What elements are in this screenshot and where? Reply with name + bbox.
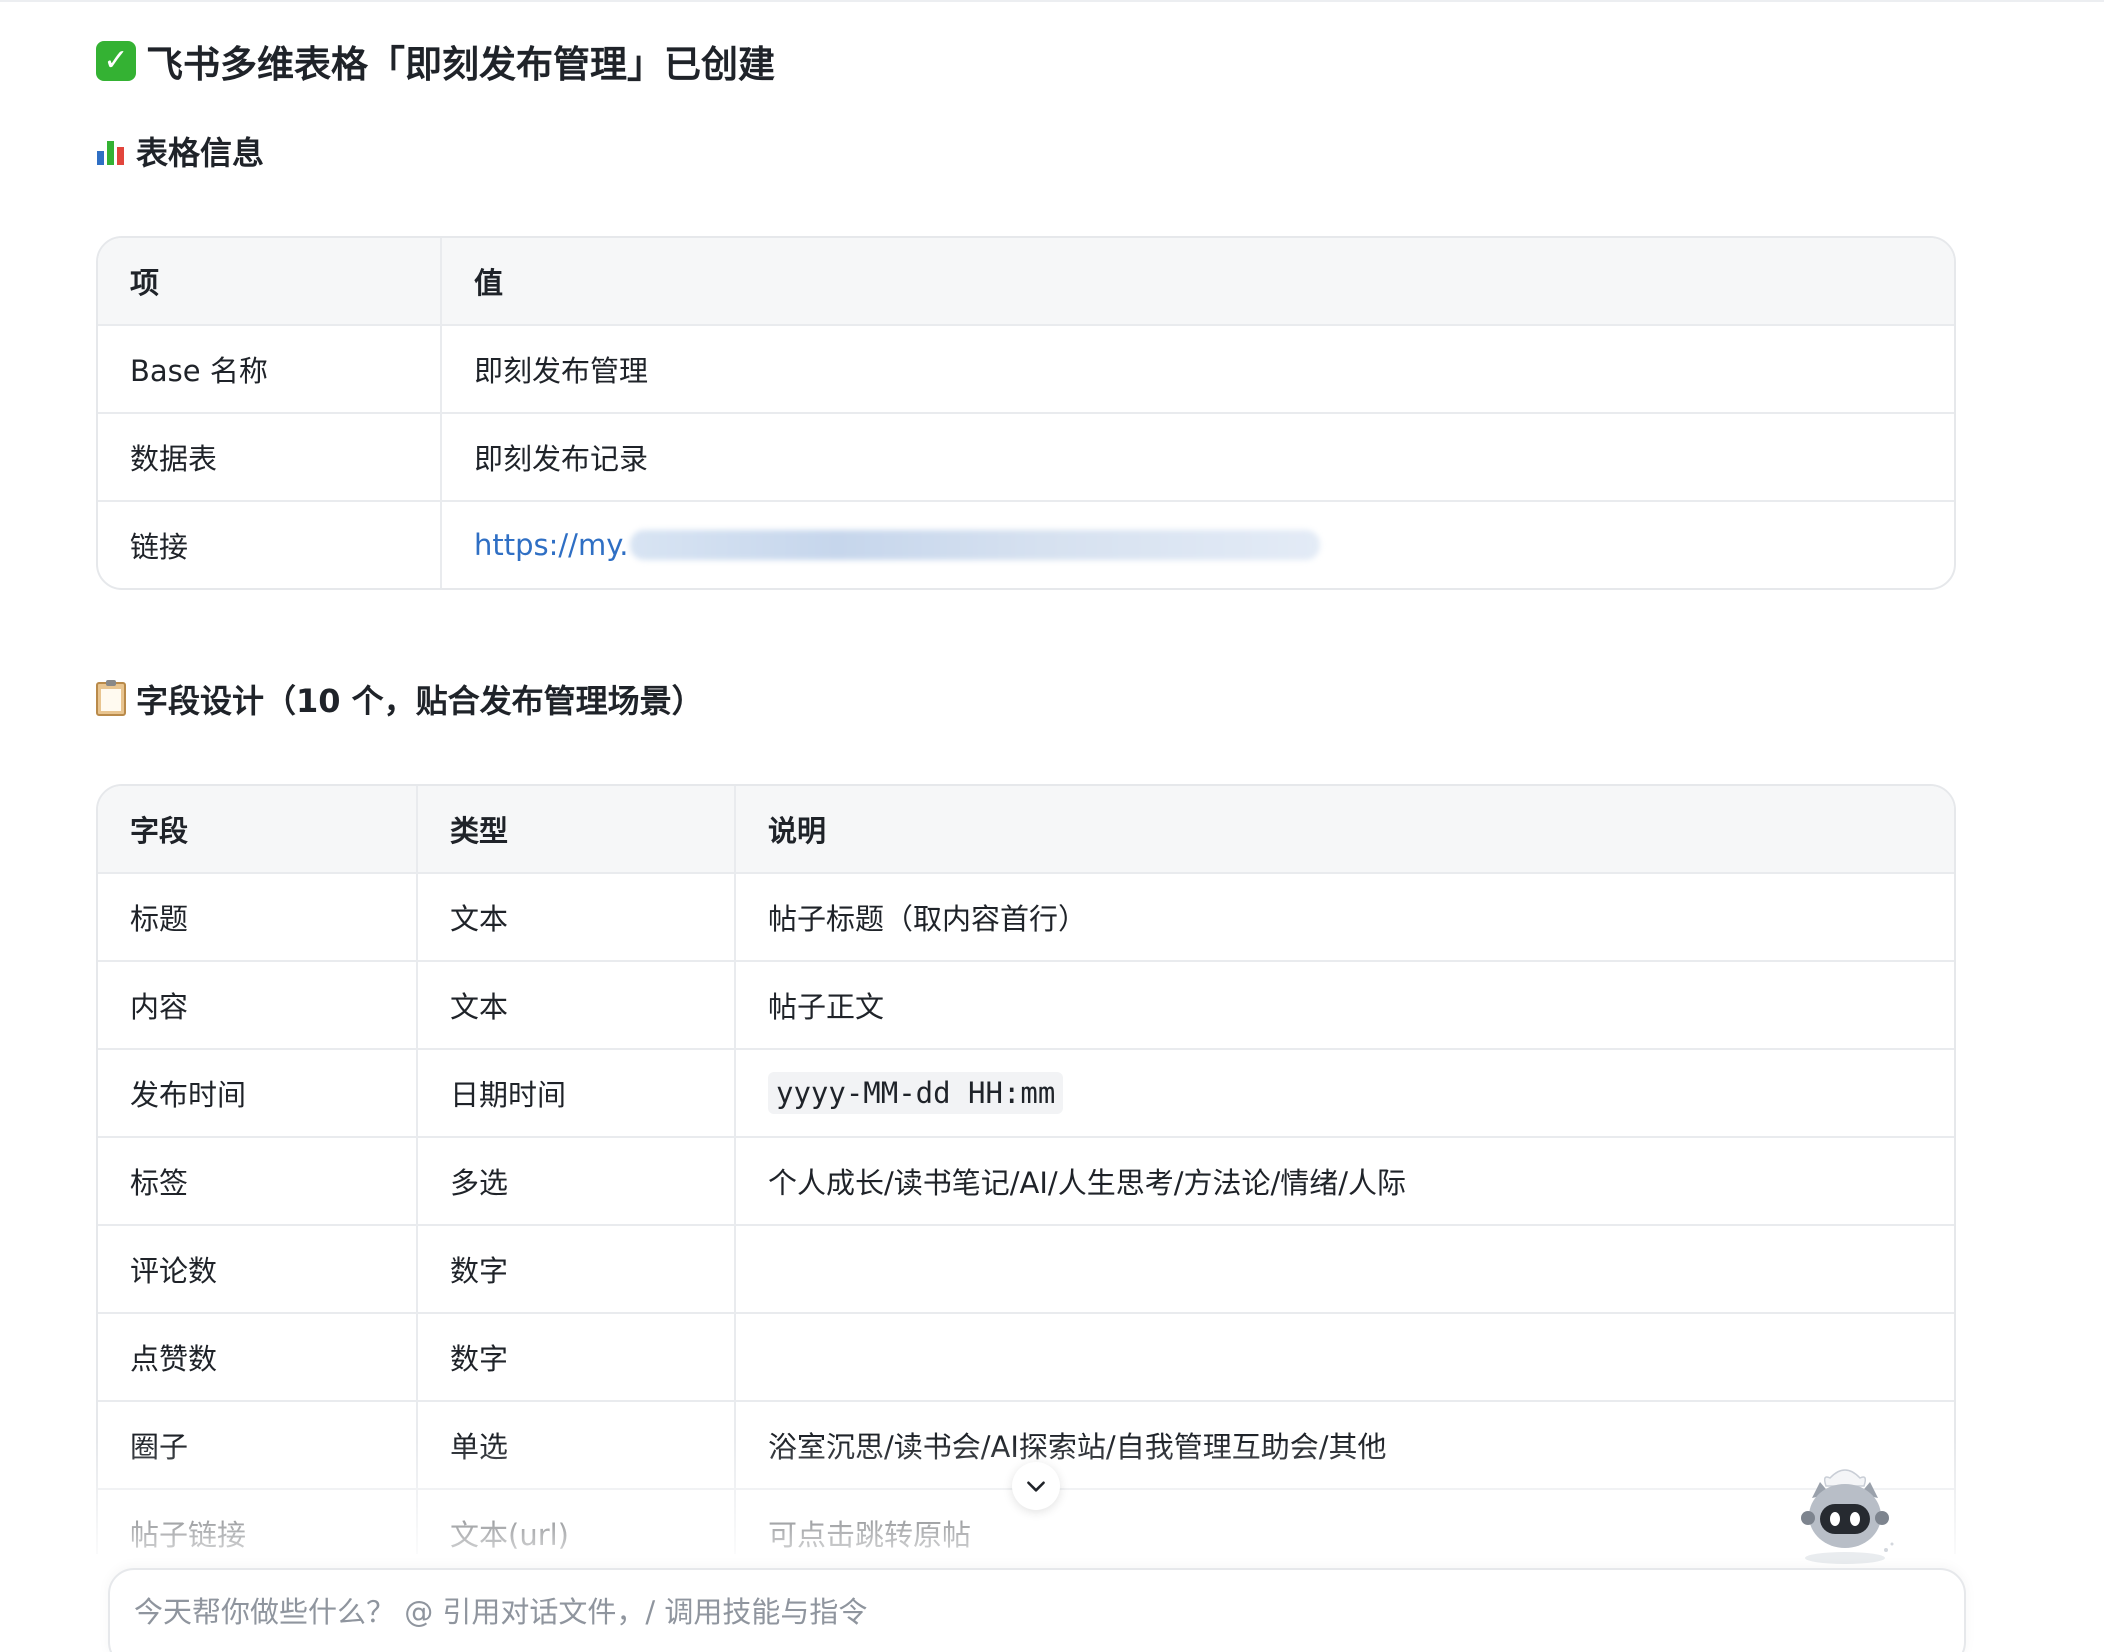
field-desc: 浴室沉思/读书会/AI探索站/自我管理互助会/其他 — [734, 1402, 1954, 1488]
chat-input[interactable] — [134, 1592, 1834, 1632]
field-section-title: 字段设计（10 个，贴合发布管理场景） — [96, 674, 704, 724]
clipboard-icon — [96, 680, 126, 716]
assistant-mascot-icon[interactable] — [1790, 1458, 1900, 1568]
header-cell-desc: 说明 — [734, 786, 1954, 872]
bar-chart-icon — [96, 135, 126, 167]
header-cell-value: 值 — [440, 238, 1954, 324]
top-divider — [0, 0, 2104, 2]
info-table-header: 项 值 — [98, 238, 1954, 324]
field-name: 点赞数 — [130, 1342, 218, 1376]
header-cell-type: 类型 — [416, 786, 734, 872]
info-key: Base 名称 — [130, 354, 268, 388]
info-title-text: 表格信息 — [136, 134, 265, 172]
link-cell: https://my. — [440, 502, 1954, 588]
field-type: 文本 — [416, 874, 734, 960]
field-type: 文本 — [416, 962, 734, 1048]
header-cell-field: 字段 — [130, 814, 189, 848]
info-value: 即刻发布记录 — [440, 414, 1954, 500]
field-name: 评论数 — [130, 1254, 218, 1288]
table-row: 评论数 数字 — [98, 1224, 1954, 1312]
field-type: 日期时间 — [416, 1050, 734, 1136]
field-title-text: 字段设计（10 个，贴合发布管理场景） — [136, 682, 704, 720]
field-desc-cell: yyyy-MM-dd HH:mm — [734, 1050, 1954, 1136]
field-type: 单选 — [416, 1402, 734, 1488]
field-name: 标题 — [130, 902, 189, 936]
table-row: 发布时间 日期时间 yyyy-MM-dd HH:mm — [98, 1048, 1954, 1136]
message-content: ✓ 飞书多维表格「即刻发布管理」已创建 表格信息 项 值 Base 名称 即刻发… — [96, 24, 1956, 1554]
info-key: 链接 — [130, 530, 189, 564]
field-type: 多选 — [416, 1138, 734, 1224]
info-table: 项 值 Base 名称 即刻发布管理 数据表 即刻发布记录 链接 https:/… — [96, 236, 1956, 590]
info-value: 即刻发布管理 — [440, 326, 1954, 412]
field-name: 帖子链接 — [130, 1518, 247, 1552]
table-row: 内容 文本 帖子正文 — [98, 960, 1954, 1048]
field-type: 数字 — [416, 1314, 734, 1400]
info-section-title: 表格信息 — [96, 126, 264, 176]
scroll-to-bottom-button[interactable] — [1012, 1462, 1060, 1510]
field-name: 内容 — [130, 990, 189, 1024]
table-row: Base 名称 即刻发布管理 — [98, 324, 1954, 412]
field-name: 圈子 — [130, 1430, 189, 1464]
header-cell-item: 项 — [130, 266, 160, 300]
message-heading: ✓ 飞书多维表格「即刻发布管理」已创建 — [96, 32, 775, 90]
field-table-header: 字段 类型 说明 — [98, 786, 1954, 872]
table-row: 点赞数 数字 — [98, 1312, 1954, 1400]
field-desc: 个人成长/读书笔记/AI/人生思考/方法论/情绪/人际 — [734, 1138, 1954, 1224]
date-format-code: yyyy-MM-dd HH:mm — [768, 1072, 1064, 1114]
field-desc: 可点击跳转原帖 — [734, 1490, 1954, 1554]
chat-input-box[interactable] — [108, 1568, 1966, 1652]
field-table: 字段 类型 说明 标题 文本 帖子标题（取内容首行） 内容 文本 帖子正文 发布… — [96, 784, 1956, 1554]
field-name: 发布时间 — [130, 1078, 247, 1112]
field-desc — [734, 1314, 1954, 1400]
field-type: 数字 — [416, 1226, 734, 1312]
field-desc: 帖子正文 — [734, 962, 1954, 1048]
heading-text: 飞书多维表格「即刻发布管理」已创建 — [146, 43, 775, 86]
field-desc — [734, 1226, 1954, 1312]
field-desc: 帖子标题（取内容首行） — [734, 874, 1954, 960]
check-mark-icon: ✓ — [96, 41, 136, 81]
table-row: 标题 文本 帖子标题（取内容首行） — [98, 872, 1954, 960]
field-name: 标签 — [130, 1166, 189, 1200]
field-type: 文本(url) — [416, 1490, 734, 1554]
table-row: 数据表 即刻发布记录 — [98, 412, 1954, 500]
table-row: 链接 https://my. — [98, 500, 1954, 588]
redacted-link-blur — [630, 530, 1321, 560]
info-key: 数据表 — [130, 442, 218, 476]
base-link[interactable]: https://my. — [474, 528, 628, 562]
table-row: 标签 多选 个人成长/读书笔记/AI/人生思考/方法论/情绪/人际 — [98, 1136, 1954, 1224]
chevron-down-icon — [1027, 1481, 1045, 1492]
